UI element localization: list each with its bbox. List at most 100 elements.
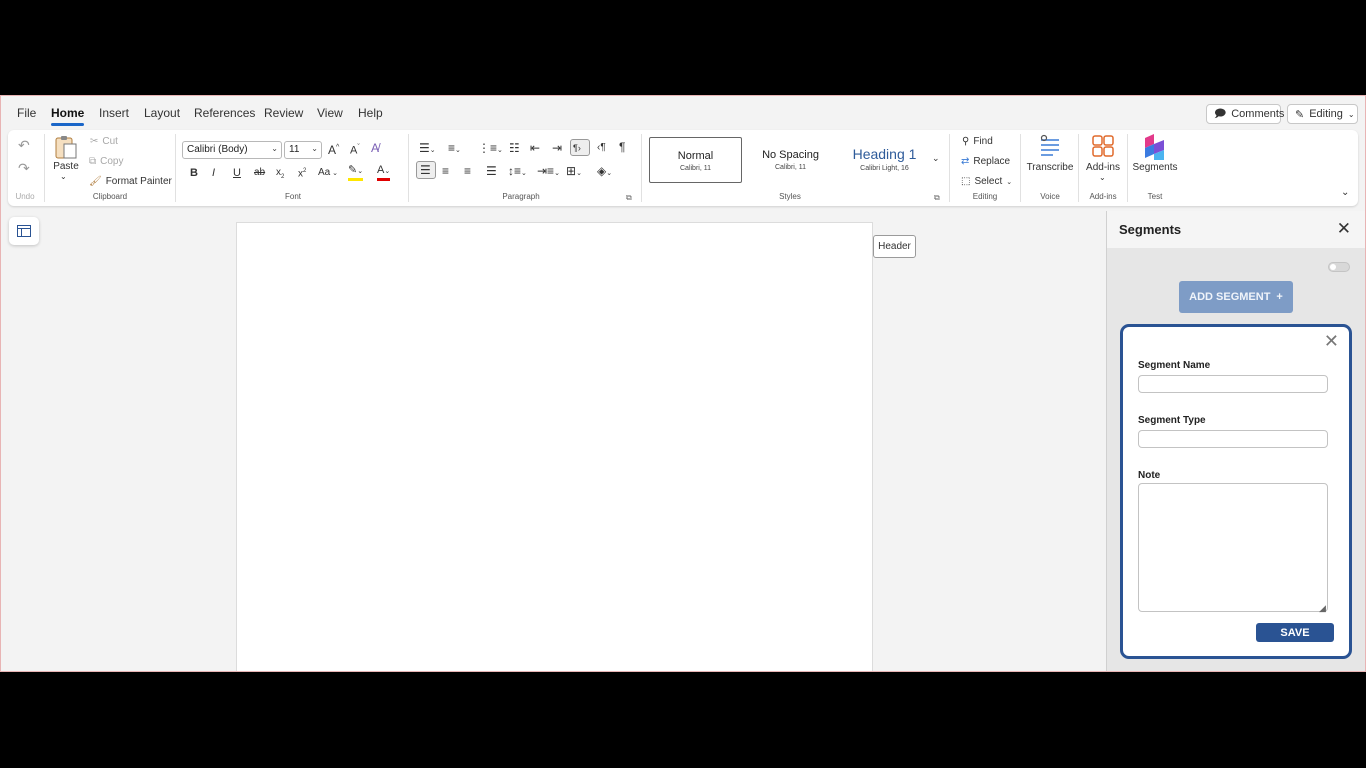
- tab-home[interactable]: Home: [51, 106, 85, 126]
- redo-icon[interactable]: ↷: [18, 161, 30, 175]
- tab-file[interactable]: File: [17, 106, 36, 120]
- dialog-launcher-icon[interactable]: ⧉: [934, 193, 940, 203]
- subscript-icon[interactable]: x2: [276, 167, 284, 183]
- paragraph-spacing-icon[interactable]: ⇥≡⌄: [537, 165, 560, 180]
- list-icon[interactable]: ☷: [509, 142, 520, 154]
- editing-label: Editing: [1309, 108, 1343, 120]
- add-ins-icon: [1092, 135, 1114, 157]
- search-icon: ⚲: [962, 136, 970, 147]
- segment-type-label: Segment Type: [1138, 415, 1206, 426]
- underline-icon[interactable]: U: [233, 167, 241, 179]
- tab-view[interactable]: View: [317, 106, 343, 120]
- find-button[interactable]: ⚲ Find: [962, 136, 993, 147]
- highlighter-icon[interactable]: ✎⌄: [348, 164, 364, 181]
- segments-icon: [1145, 134, 1164, 160]
- align-left-icon[interactable]: ☰: [416, 161, 436, 179]
- rtl-direction-icon[interactable]: ‹¶: [597, 142, 606, 154]
- ltr-direction-icon[interactable]: ¶›: [570, 139, 590, 156]
- tab-references[interactable]: References: [194, 106, 255, 120]
- menu-bar: File Home Insert Layout References Revie…: [1, 96, 1365, 129]
- transcribe-icon: [1040, 134, 1059, 156]
- editing-mode-button[interactable]: ✎ Editing ⌄: [1287, 104, 1358, 124]
- show-formatting-icon[interactable]: ¶: [619, 141, 625, 153]
- font-size-value: 11: [289, 144, 300, 155]
- decrease-indent-icon[interactable]: ⇤: [530, 142, 540, 154]
- line-spacing-icon[interactable]: ↕≡⌄: [508, 165, 527, 180]
- save-button[interactable]: SAVE: [1256, 623, 1334, 642]
- add-segment-button[interactable]: ADD SEGMENT +: [1179, 281, 1293, 313]
- clear-formatting-icon[interactable]: A̸: [371, 142, 379, 154]
- add-ins-label: Add-ins: [1086, 162, 1120, 173]
- paste-button[interactable]: Paste ⌄: [52, 134, 80, 182]
- paintbrush-icon: 🖌: [89, 176, 102, 187]
- chevron-down-icon: ⌄: [1006, 178, 1013, 186]
- segment-type-input[interactable]: [1138, 430, 1328, 448]
- comments-button[interactable]: 🗩 Comments: [1206, 104, 1284, 124]
- format-painter-button[interactable]: 🖌 Format Painter: [89, 176, 172, 187]
- scissors-icon: ✂: [90, 136, 99, 147]
- strikethrough-icon[interactable]: ab: [254, 167, 265, 179]
- resize-grip-icon[interactable]: ◢: [1319, 603, 1326, 614]
- tab-review[interactable]: Review: [264, 106, 303, 120]
- group-label-font: Font: [284, 192, 301, 201]
- toggle-switch[interactable]: [1328, 262, 1350, 272]
- replace-icon: ⇄: [961, 156, 970, 167]
- increase-indent-icon[interactable]: ⇥: [552, 142, 562, 154]
- segment-name-input[interactable]: [1138, 375, 1328, 393]
- style-sub: Calibri, 11: [775, 164, 806, 171]
- navigation-pane-button[interactable]: [9, 217, 39, 245]
- bullets-icon[interactable]: ☰⌄: [419, 142, 436, 157]
- grow-font-icon[interactable]: A^: [328, 142, 339, 156]
- close-icon[interactable]: ✕: [1337, 219, 1351, 239]
- shading-icon[interactable]: ◈⌄: [597, 165, 612, 180]
- segments-button[interactable]: Segments: [1132, 134, 1178, 184]
- superscript-icon[interactable]: x2: [298, 165, 306, 180]
- divider: [949, 134, 950, 202]
- undo-icon[interactable]: ↶: [18, 138, 30, 152]
- note-textarea[interactable]: [1138, 483, 1328, 612]
- ribbon-collapse-icon[interactable]: ⌄: [1341, 187, 1349, 199]
- select-button[interactable]: ⬚ Select ⌄: [961, 176, 1012, 187]
- close-icon[interactable]: ✕: [1324, 331, 1339, 352]
- pane-title: Segments: [1119, 222, 1182, 237]
- shrink-font-icon[interactable]: Aˇ: [350, 142, 360, 157]
- multilevel-list-icon[interactable]: ⋮≡⌄: [478, 142, 503, 157]
- numbering-icon[interactable]: ≡⌄: [448, 142, 461, 157]
- cursor-icon: ⬚: [961, 176, 971, 187]
- style-sub: Calibri, 11: [680, 165, 711, 172]
- copy-button[interactable]: ⧉ Copy: [89, 156, 124, 167]
- transcribe-button[interactable]: Transcribe: [1026, 134, 1074, 184]
- font-color-icon[interactable]: A⌄: [377, 164, 391, 181]
- change-case-button[interactable]: Aa ⌄: [318, 167, 338, 180]
- navigation-pane-icon: [17, 225, 31, 237]
- styles-expand-icon[interactable]: ⌄: [932, 152, 940, 164]
- dialog-launcher-icon[interactable]: ⧉: [626, 193, 632, 203]
- group-label-add-ins: Add-ins: [1089, 192, 1117, 201]
- chevron-down-icon: ⌄: [271, 144, 278, 153]
- borders-icon[interactable]: ⊞⌄: [566, 165, 582, 180]
- style-heading-1[interactable]: Heading 1 Calibri Light, 16: [838, 137, 931, 183]
- italic-icon[interactable]: I: [212, 167, 215, 179]
- segment-name-label: Segment Name: [1138, 360, 1211, 371]
- align-center-icon[interactable]: ≡: [442, 165, 449, 177]
- cut-button[interactable]: ✂ Cut: [90, 136, 118, 147]
- justify-icon[interactable]: ☰: [486, 165, 497, 177]
- style-normal[interactable]: Normal Calibri, 11: [649, 137, 742, 183]
- group-label-voice: Voice: [1040, 192, 1060, 201]
- font-size-select[interactable]: 11 ⌄: [284, 141, 322, 159]
- chevron-down-icon: ⌄: [311, 144, 318, 153]
- document-page[interactable]: [236, 222, 873, 671]
- tab-layout[interactable]: Layout: [144, 106, 180, 120]
- align-right-icon[interactable]: ≡: [464, 165, 471, 177]
- add-ins-button[interactable]: Add-ins ⌄: [1084, 134, 1122, 186]
- add-segment-label: ADD SEGMENT: [1189, 291, 1271, 303]
- group-label-undo: Undo: [15, 192, 35, 201]
- tab-insert[interactable]: Insert: [99, 106, 129, 120]
- tab-help[interactable]: Help: [358, 106, 383, 120]
- font-name-select[interactable]: Calibri (Body) ⌄: [182, 141, 282, 159]
- divider: [408, 134, 409, 202]
- style-no-spacing[interactable]: No Spacing Calibri, 11: [744, 137, 837, 183]
- replace-button[interactable]: ⇄ Replace: [961, 156, 1010, 167]
- group-label-clipboard: Clipboard: [92, 192, 128, 201]
- bold-icon[interactable]: B: [190, 167, 198, 179]
